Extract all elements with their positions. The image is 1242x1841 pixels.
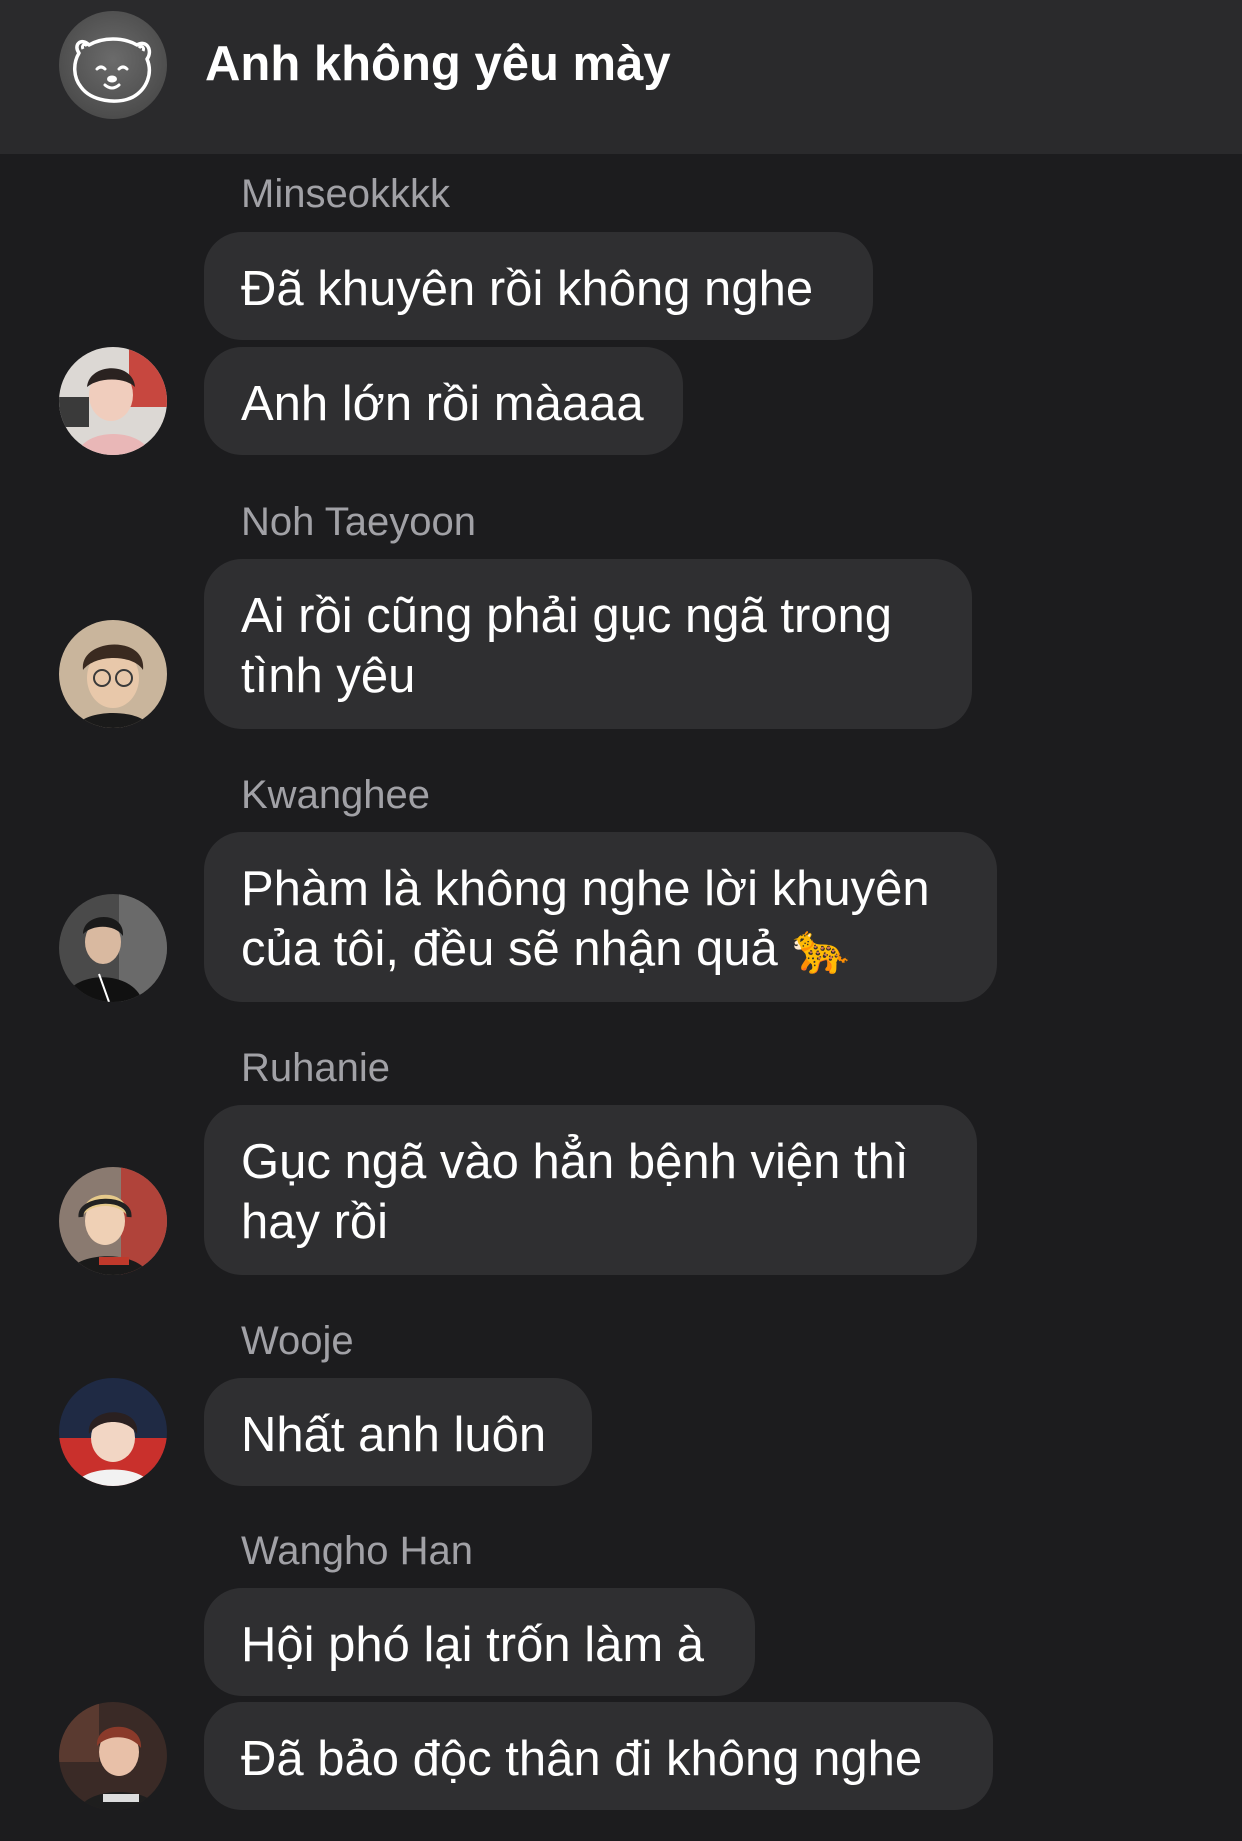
message-bubble[interactable]: Phàm là không nghe lời khuyên của tôi, đ… bbox=[204, 832, 997, 1002]
chat-header: Anh không yêu mày bbox=[0, 0, 1242, 154]
avatar[interactable] bbox=[59, 1378, 167, 1486]
sender-name: Wangho Han bbox=[241, 1529, 473, 1573]
group-title: Anh không yêu mày bbox=[205, 37, 671, 91]
avatar[interactable] bbox=[59, 347, 167, 455]
avatar[interactable] bbox=[59, 1702, 167, 1810]
bear-icon bbox=[73, 37, 152, 103]
message-bubble[interactable]: Anh lớn rồi màaaa bbox=[204, 347, 683, 455]
message-list: Minseokkkk Đã khuyên rồi không nghe Anh … bbox=[0, 154, 1242, 1841]
sender-name: Ruhanie bbox=[241, 1046, 391, 1090]
avatar[interactable] bbox=[59, 1167, 167, 1275]
message-bubble[interactable]: Nhất anh luôn bbox=[204, 1378, 592, 1486]
avatar[interactable] bbox=[59, 620, 167, 728]
sender-name: Minseokkkk bbox=[241, 172, 450, 216]
message-bubble[interactable]: Ai rồi cũng phải gục ngã trong tình yêu bbox=[204, 559, 972, 729]
sender-name: Wooje bbox=[241, 1319, 354, 1363]
sender-name: Noh Taeyoon bbox=[241, 500, 476, 544]
message-bubble[interactable]: Gục ngã vào hẳn bệnh viện thì hay rồi bbox=[204, 1105, 977, 1275]
group-avatar[interactable] bbox=[59, 11, 167, 119]
sender-name: Kwanghee bbox=[241, 773, 431, 817]
avatar[interactable] bbox=[59, 894, 167, 1002]
message-bubble[interactable]: Đã bảo độc thân đi không nghe bbox=[204, 1702, 993, 1810]
message-bubble[interactable]: Đã khuyên rồi không nghe bbox=[204, 232, 873, 340]
message-bubble[interactable]: Hội phó lại trốn làm à bbox=[204, 1588, 755, 1696]
